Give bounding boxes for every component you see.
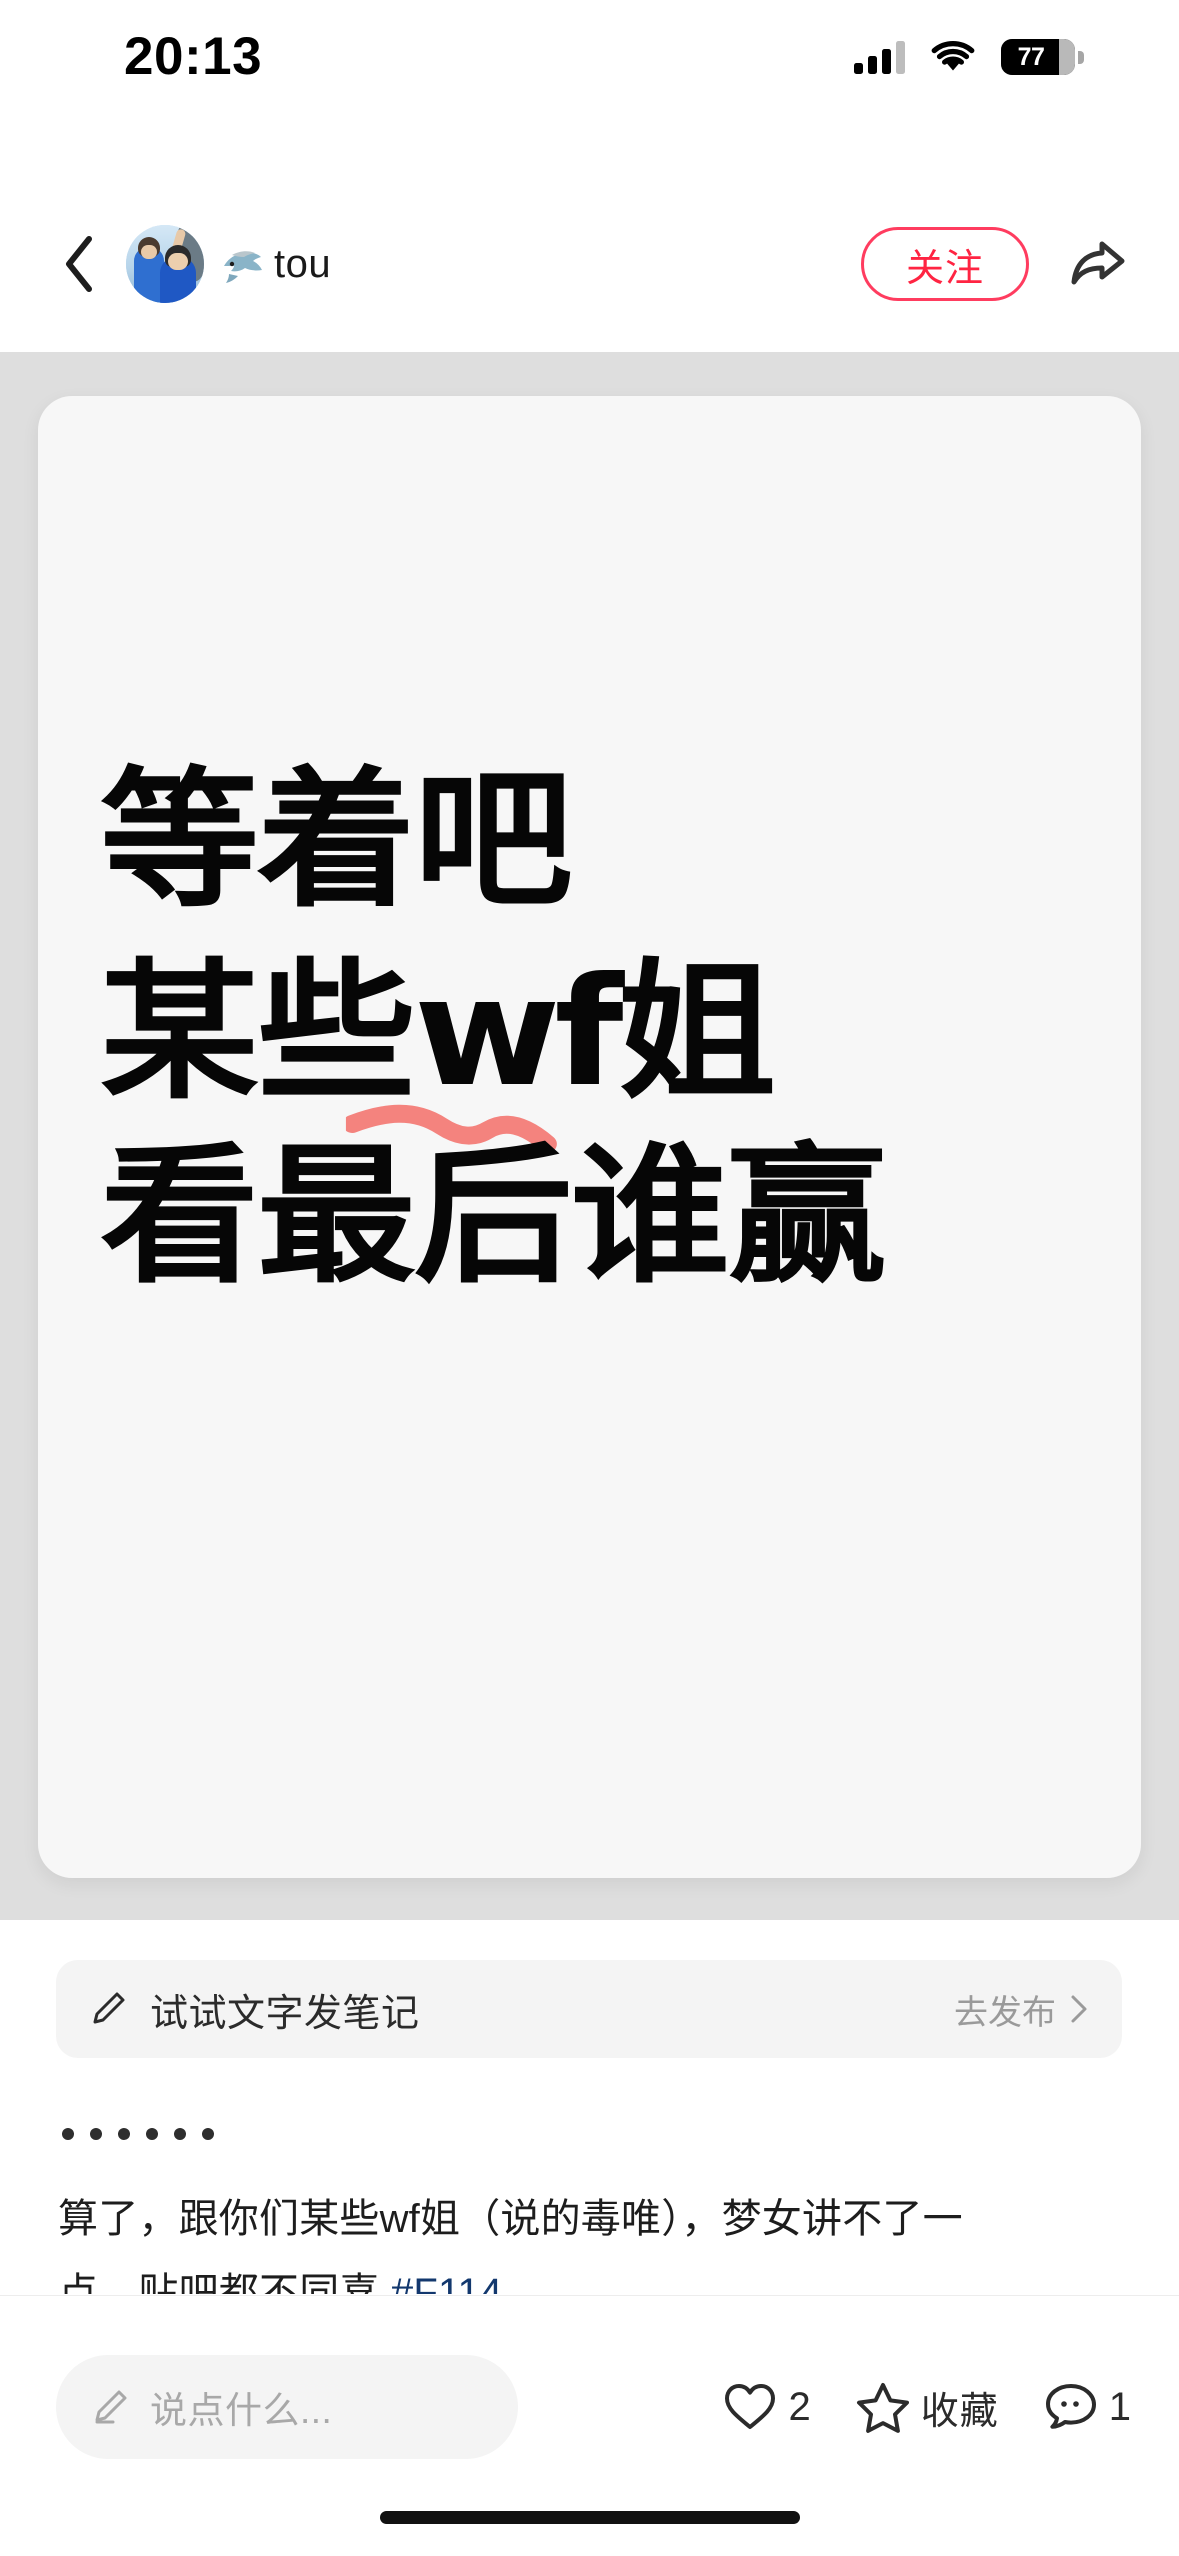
poster-line-1: 等着吧 — [100, 754, 573, 928]
dot — [174, 2128, 186, 2140]
follow-label: 关注 — [905, 247, 984, 290]
poster-line-2-prefix: 某些 — [100, 946, 416, 1120]
poster-line-2-suffix: 姐 — [617, 946, 776, 1120]
shark-emoji-icon — [224, 251, 262, 283]
app-screen: 20:13 77 tou 关注 等着吧 某些wf姐 看最后谁赢 试试文字发笔记 … — [0, 0, 1179, 2556]
status-indicators: 77 — [854, 39, 1084, 79]
go-publish-action[interactable]: 去发布 — [954, 1985, 1088, 2034]
avatar[interactable] — [126, 225, 204, 303]
battery-icon: 77 — [1001, 39, 1084, 75]
note-image-area[interactable]: 等着吧 某些wf姐 看最后谁赢 — [0, 352, 1179, 1920]
dot — [202, 2128, 214, 2140]
comment-bubble-icon — [1045, 2384, 1096, 2429]
dot — [118, 2128, 130, 2140]
share-button[interactable] — [1055, 225, 1141, 303]
username-text: tou — [274, 241, 332, 286]
poster-line-3: 看最后谁赢 — [100, 1130, 887, 1304]
poster-line-2: 某些wf姐 — [100, 958, 1141, 1152]
dot — [62, 2128, 74, 2140]
publish-label: 试试文字发笔记 — [150, 1992, 420, 2035]
dot — [146, 2128, 158, 2140]
go-publish-label: 去发布 — [954, 1993, 1056, 2032]
description-line-1: 算了，跟你们某些wf姐（说的毒唯），梦女讲不了一 — [58, 2197, 963, 2241]
wifi-icon — [931, 41, 975, 71]
top-navigation-bar: tou 关注 — [0, 190, 1179, 338]
comment-input[interactable]: 说点什么... — [56, 2355, 518, 2459]
like-count: 2 — [788, 2384, 811, 2429]
status-time: 20:13 — [124, 26, 263, 86]
poster-line-2-en: wf — [413, 946, 624, 1120]
star-icon — [856, 2383, 909, 2433]
pencil-icon — [93, 1992, 125, 2024]
like-button[interactable]: 2 — [722, 2381, 811, 2433]
username-block[interactable]: tou — [218, 242, 331, 287]
publish-note-bar[interactable]: 试试文字发笔记 去发布 — [56, 1960, 1122, 2058]
bottom-divider — [0, 2295, 1179, 2296]
dot — [90, 2128, 102, 2140]
hashtag-link[interactable]: #F114 — [391, 2271, 502, 2294]
chevron-right-icon — [1071, 1995, 1087, 2023]
bottom-action-bar: 说点什么... 2 收藏 1 — [0, 2328, 1179, 2486]
cellular-signal-icon — [854, 40, 905, 74]
note-card[interactable]: 等着吧 某些wf姐 看最后谁赢 — [38, 396, 1141, 1878]
share-arrow-icon — [1071, 241, 1125, 285]
back-chevron-icon — [66, 236, 92, 292]
follow-button[interactable]: 关注 — [861, 227, 1029, 301]
heart-icon — [725, 2384, 776, 2429]
comment-count: 1 — [1108, 2384, 1131, 2429]
pencil-icon — [95, 2390, 127, 2424]
note-description[interactable]: 算了，跟你们某些wf姐（说的毒唯），梦女讲不了一 点，贴吧都不同喜 #F114 — [58, 2182, 1148, 2294]
action-buttons: 2 收藏 1 — [722, 2380, 1131, 2435]
back-button[interactable] — [48, 227, 110, 301]
comment-button[interactable]: 1 — [1043, 2381, 1131, 2433]
collect-button[interactable]: 收藏 — [855, 2380, 999, 2435]
comment-placeholder: 说点什么... — [150, 2390, 333, 2431]
description-line-2-prefix: 点，贴吧都不同喜 — [58, 2271, 391, 2294]
poster-text-block: 等着吧 某些wf姐 看最后谁赢 — [100, 766, 1101, 1292]
collect-label: 收藏 — [920, 2390, 999, 2433]
battery-percent: 77 — [1017, 42, 1045, 71]
home-indicator[interactable] — [379, 2511, 800, 2524]
status-bar: 20:13 77 — [0, 0, 1179, 118]
carousel-dots — [62, 2128, 214, 2140]
